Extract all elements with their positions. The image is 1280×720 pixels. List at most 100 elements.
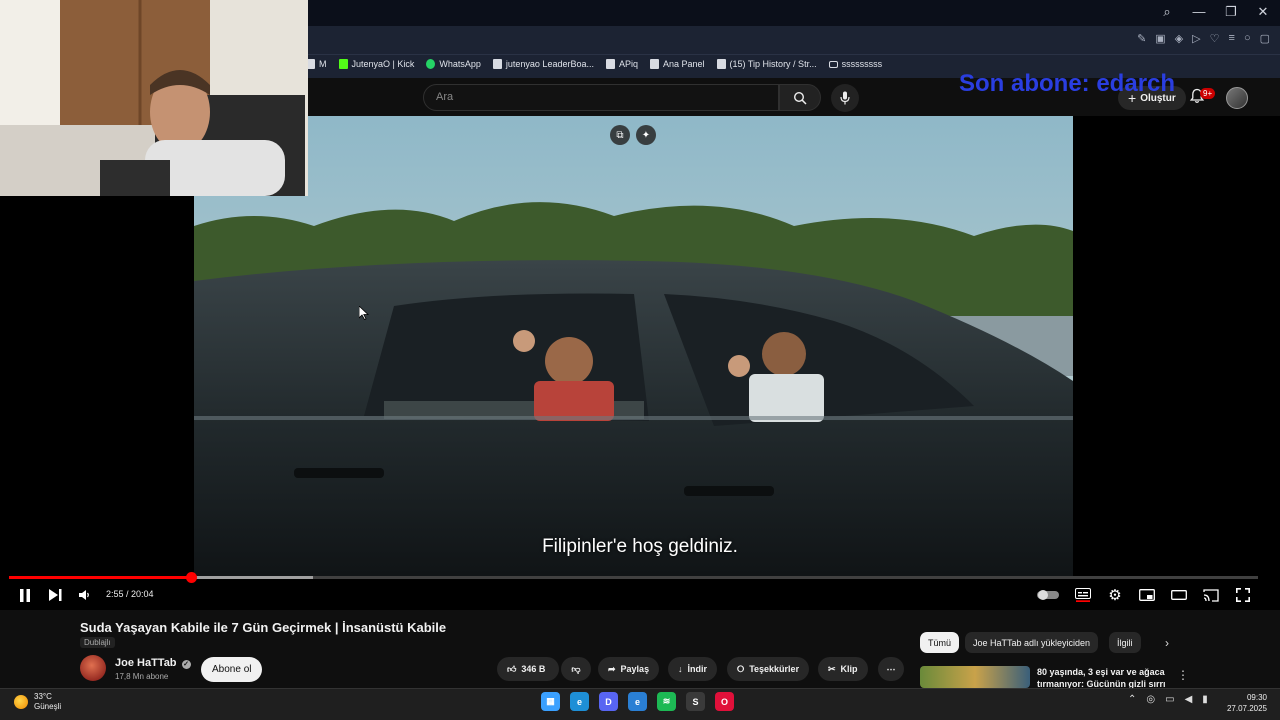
volume-button[interactable] [76,586,94,604]
search-input[interactable]: Ara [423,84,779,111]
chip-related[interactable]: İlgili [1109,632,1141,653]
video-caption: Filipinler'e hoş geldiniz. [542,536,738,557]
webcam-feed [0,0,308,196]
edit-icon[interactable]: ✎ [1137,32,1146,45]
voice-search-button[interactable] [831,84,859,112]
video-frame[interactable] [194,116,1073,576]
shield-icon[interactable]: ◈ [1175,32,1183,45]
bookmark-item[interactable]: APiq [605,59,638,69]
edge-icon[interactable]: e [570,692,589,711]
search-icon[interactable]: ⌕ [1158,4,1176,20]
discord-icon[interactable]: D [599,692,618,711]
theater-mode-button[interactable] [1169,586,1189,604]
video-title: Suda Yaşayan Kabile ile 7 Gün Geçirmek |… [80,620,447,635]
sun-icon [14,695,28,709]
battery-icon[interactable]: ▮ [1202,694,1208,705]
channel-avatar[interactable] [80,655,106,681]
subtitles-icon [1075,588,1091,602]
extension-icon[interactable]: ▢ [1260,32,1270,45]
bookmark-label: M [319,59,327,69]
user-avatar[interactable] [1226,87,1248,109]
whatsapp-icon [426,59,436,69]
time-display: 2:55 / 20:04 [106,589,154,599]
bookmark-label: sssssssss [841,59,883,69]
bookmark-item[interactable]: sssssssss [828,59,883,69]
like-count: 346 B [521,664,546,674]
thanks-button[interactable]: ⭘ Teşekkürler [727,657,810,681]
notification-badge: 9+ [1200,88,1216,99]
subtitles-button[interactable] [1073,586,1093,604]
profile-icon[interactable]: ○ [1244,32,1251,45]
camera-icon[interactable]: ▣ [1155,32,1165,45]
autoplay-toggle-icon [1037,590,1059,600]
sparkle-icon[interactable]: ✦ [636,125,656,145]
kick-icon [338,59,348,69]
steam-icon[interactable]: S [686,692,705,711]
subscribe-button[interactable]: Abone ol [201,657,263,682]
mouse-cursor-icon [359,306,369,320]
restore-icon[interactable]: ❐ [1222,4,1240,20]
bookmark-item[interactable]: JutenyaO | Kick [338,59,414,69]
bookmark-item[interactable]: (15) Tip History / Str... [716,59,817,69]
pause-button[interactable] [16,586,34,604]
menu-icon[interactable]: ≡ [1229,32,1235,45]
spotify-icon[interactable]: ≋ [657,692,676,711]
search-button[interactable] [779,84,821,111]
windows-start-icon[interactable]: ▦ [541,692,560,711]
kebab-menu-icon[interactable]: ⋮ [1177,668,1189,682]
heart-icon[interactable]: ♡ [1210,32,1220,45]
fullscreen-icon [1236,588,1250,602]
minimize-icon[interactable]: — [1190,4,1208,20]
next-icon [48,589,61,601]
dislike-button[interactable]: 👎︎ [561,657,591,681]
bookmark-item[interactable]: jutenyao LeaderBoa... [492,59,594,69]
thanks-label: Teşekkürler [749,664,800,674]
chip-from-uploader[interactable]: Joe HaTTab adlı yükleyiciden [965,632,1099,653]
next-button[interactable] [46,586,64,604]
fullscreen-button[interactable] [1233,586,1253,604]
miniplayer-icon [1139,589,1155,601]
autoplay-toggle[interactable] [1037,586,1059,604]
theater-icon [1171,590,1187,600]
recommendation-title[interactable]: 80 yaşında, 3 eşi var ve ağaca tırmanıyo… [1037,666,1167,688]
settings-icon[interactable]: ⚙ [1105,586,1125,604]
window-controls: ⌕ — ❐ ✕ [1158,4,1272,20]
clip-button[interactable]: ✂ Klip [818,657,868,681]
volume-icon [79,590,89,600]
webcam-overlay [0,0,308,196]
copy-icon[interactable]: ⧉ [610,125,630,145]
display-icon[interactable]: ▭ [1165,694,1174,705]
like-button[interactable]: 👍︎ 346 B [497,657,559,681]
more-actions-button[interactable]: ⋯ [878,657,904,681]
doc-icon [716,59,726,69]
download-button[interactable]: ↓ İndir [668,657,717,681]
progress-played [9,576,192,579]
edge-dev-icon[interactable]: e [628,692,647,711]
speaker-icon[interactable]: ◀ [1185,694,1193,705]
chevron-right-icon[interactable]: › [1165,636,1169,650]
weather-widget[interactable]: 33°C Güneşli [14,692,61,712]
doc-icon [605,59,615,69]
tray-chevron-icon[interactable]: ⌃ [1128,694,1136,705]
channel-name[interactable]: Joe HaTTab ✓ [115,657,191,669]
play-icon[interactable]: ▷ [1192,32,1200,45]
bookmark-item[interactable]: WhatsApp [426,59,481,69]
weather-text: 33°C Güneşli [34,692,61,712]
channel-subscriber-count: 17,8 Mn abone [115,672,169,681]
verified-icon: ✓ [181,660,191,669]
cast-button[interactable] [1201,586,1221,604]
taskbar-apps: ▦ e De ≋ S O [541,692,734,711]
system-tray: ⌃ ◎ ▭ ◀ ▮ [1128,694,1208,705]
mic-icon[interactable]: ◎ [1146,694,1155,705]
share-button[interactable]: ➦ Paylaş [598,657,660,681]
taskbar-clock[interactable]: 09:30 27.07.2025 [1225,692,1267,714]
bookmark-item[interactable]: M [306,59,327,69]
more-icon: ⋯ [886,663,896,674]
bookmark-item[interactable]: Ana Panel [650,59,705,69]
pause-icon [20,588,30,602]
opera-gx-icon[interactable]: O [715,692,734,711]
chip-all[interactable]: Tümü [920,632,960,653]
close-icon[interactable]: ✕ [1254,4,1272,20]
miniplayer-button[interactable] [1137,586,1157,604]
recommendation-thumbnail[interactable] [920,666,1030,688]
